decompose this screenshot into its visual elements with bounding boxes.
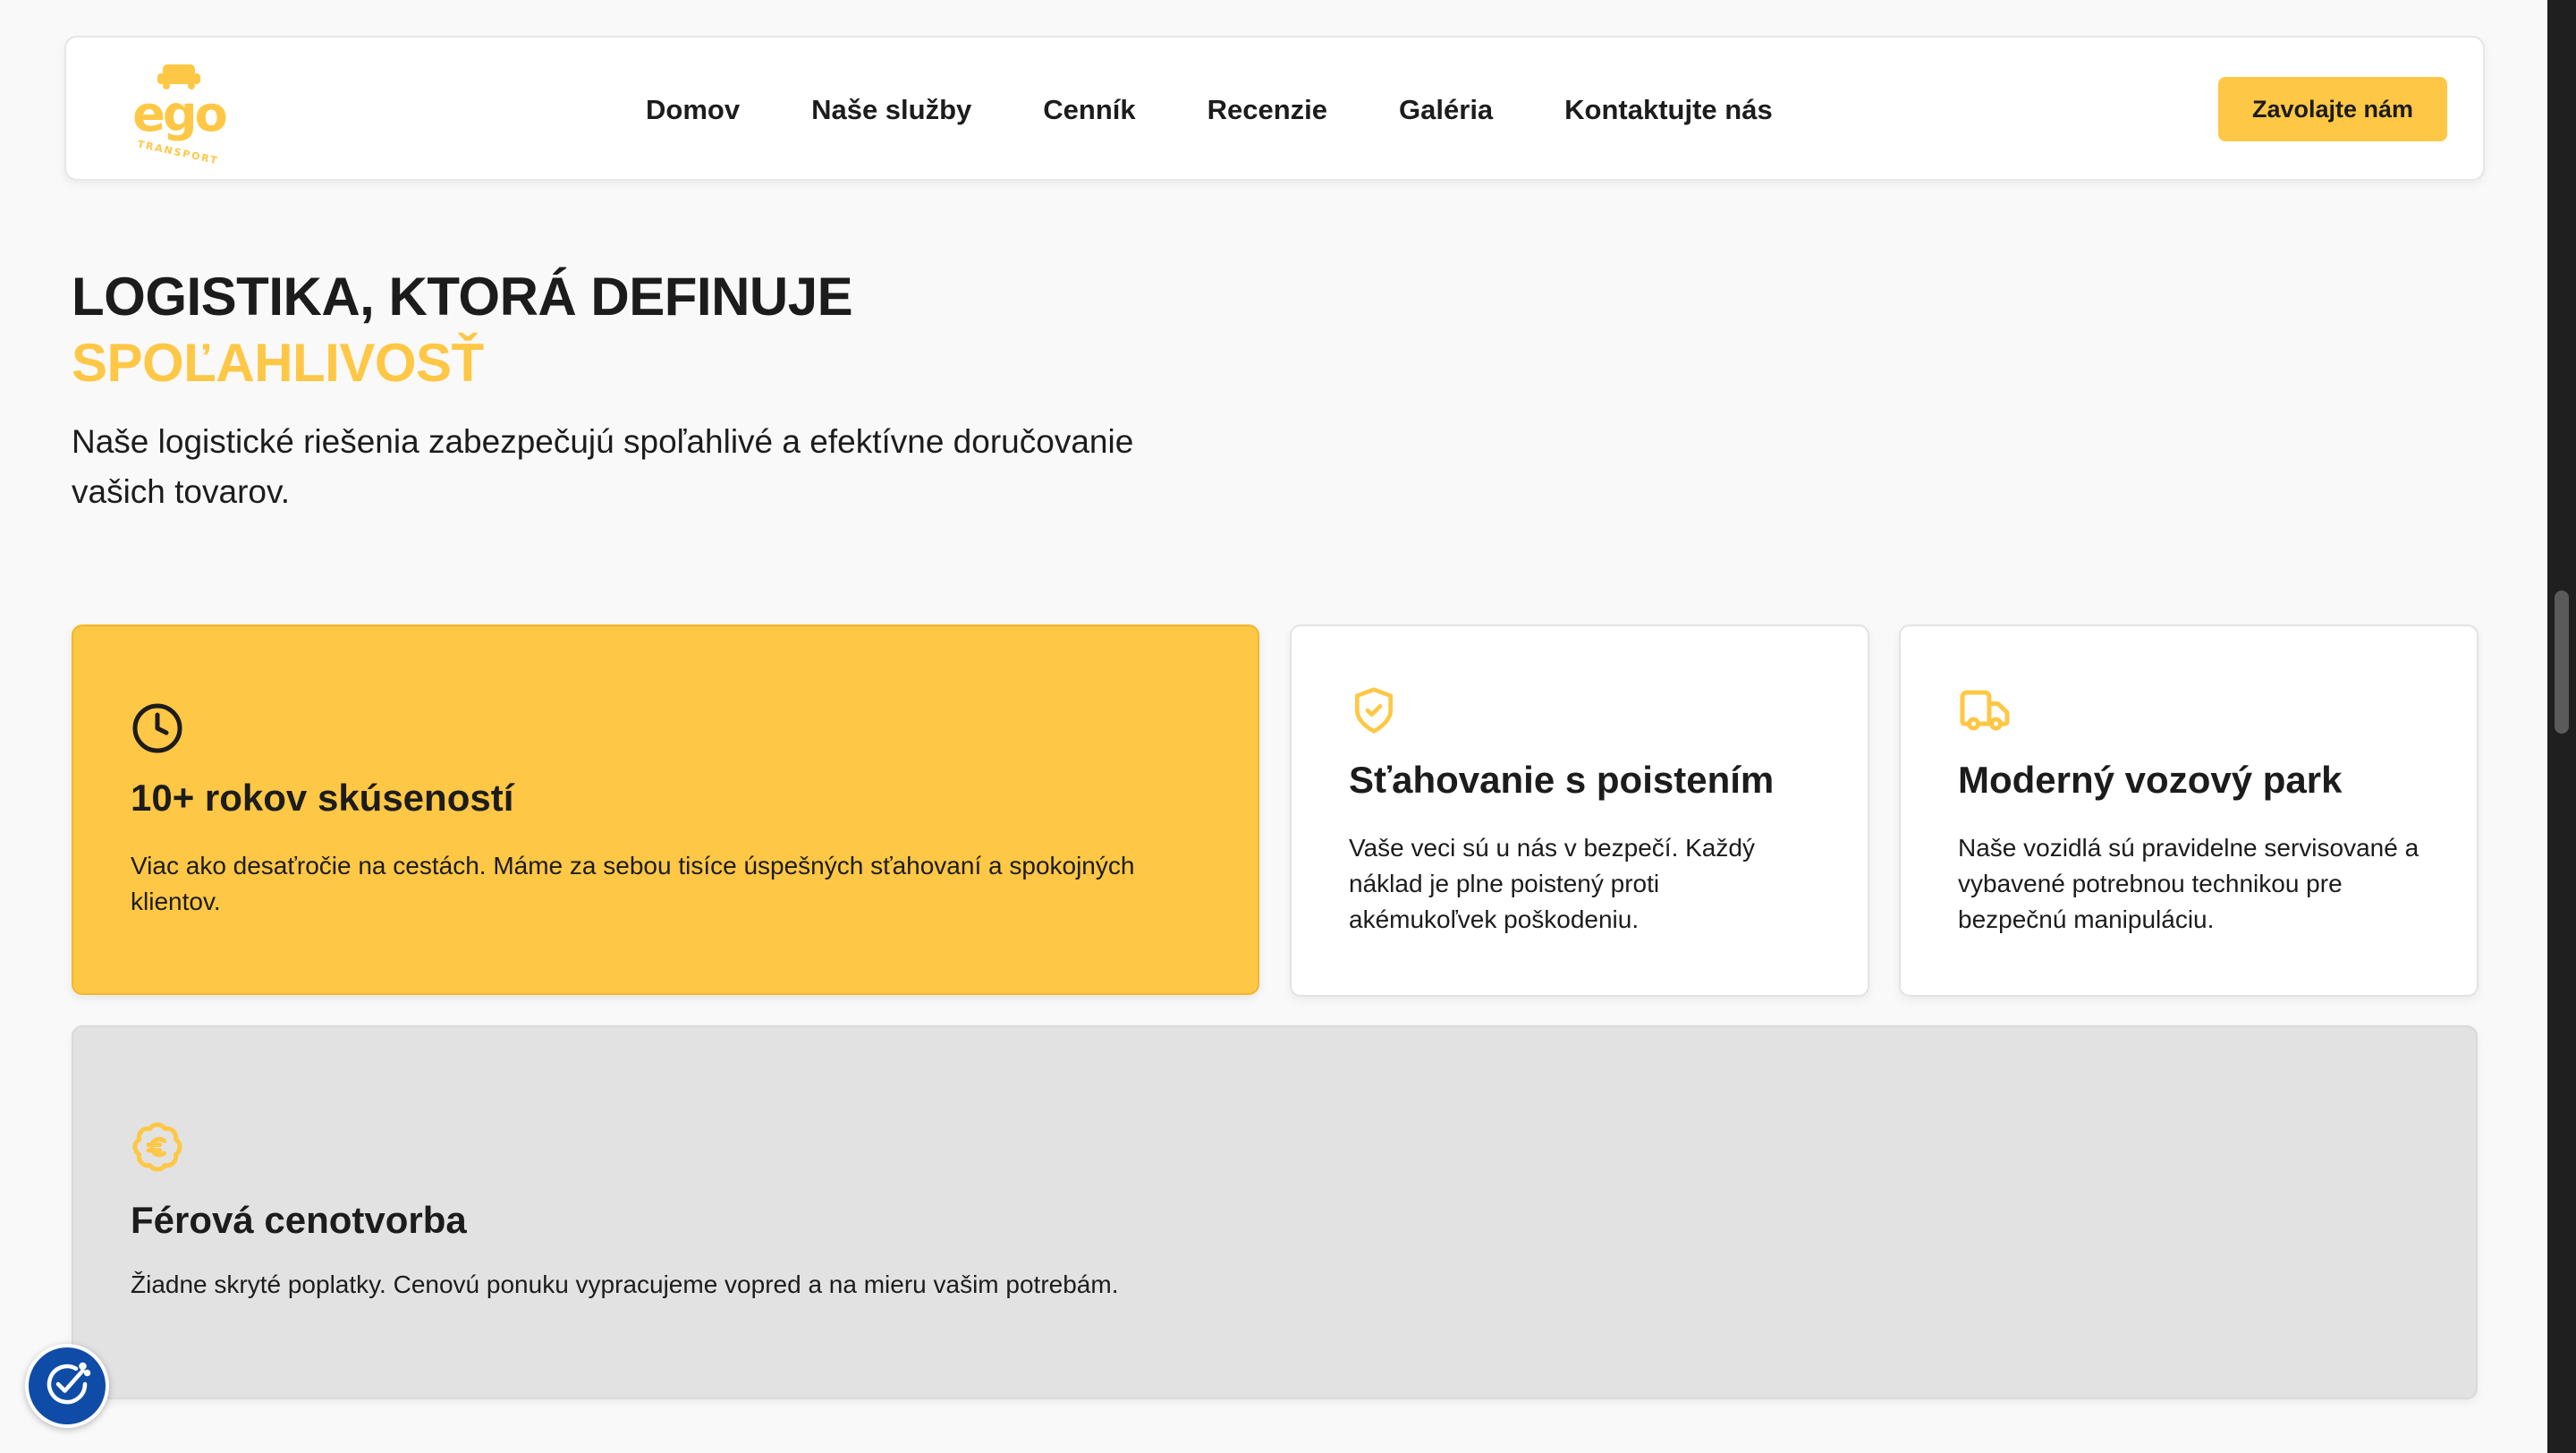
euro-badge-icon	[131, 1120, 184, 1178]
feature-text: Vaše veci sú u nás v bezpečí. Každý nákl…	[1349, 834, 1755, 933]
feature-title: Moderný vozový park	[1958, 759, 2343, 801]
hero-description: Naše logistické riešenia zabezpečujú spo…	[72, 423, 1134, 510]
page: ego TRANSPORT Domov Naše služby Cenník R…	[0, 0, 2576, 1453]
nav-item-cennik[interactable]: Cenník	[1043, 94, 1135, 126]
truck-icon	[1958, 684, 2012, 742]
hero-title-accent: SPOĽAHLIVOSŤ	[72, 333, 484, 393]
call-us-button[interactable]: Zavolajte nám	[2218, 77, 2447, 141]
feature-text: Žiadne skryté poplatky. Cenovú ponuku vy…	[131, 1270, 1119, 1298]
nav-item-recenzie[interactable]: Recenzie	[1208, 94, 1327, 126]
site-header: ego TRANSPORT Domov Naše služby Cenník R…	[64, 36, 2485, 181]
hero-title: LOGISTIKA, KTORÁ DEFINUJE	[72, 267, 853, 327]
accessibility-button[interactable]	[25, 1344, 109, 1428]
clock-icon	[131, 701, 184, 760]
svg-text:ego: ego	[132, 86, 225, 142]
feature-text: Viac ako desaťročie na cestách. Máme za …	[131, 852, 1135, 915]
feature-card-insurance: Sťahovanie s poistením Vaše veci sú u ná…	[1290, 625, 1869, 997]
main-nav: Domov Naše služby Cenník Recenzie Galéri…	[646, 38, 1773, 183]
nav-item-galeria[interactable]: Galéria	[1399, 94, 1493, 126]
feature-title: Férová cenotvorba	[131, 1199, 467, 1241]
feature-title: Sťahovanie s poistením	[1349, 759, 1775, 801]
shield-check-icon	[1349, 684, 1399, 742]
scrollbar-thumb[interactable]	[2555, 591, 2569, 734]
nav-item-nase-sluzby[interactable]: Naše služby	[811, 94, 971, 126]
ego-transport-logo[interactable]: ego TRANSPORT	[125, 59, 233, 166]
accessibility-check-icon	[40, 1357, 94, 1415]
nav-item-domov[interactable]: Domov	[646, 94, 740, 126]
nav-item-kontakt[interactable]: Kontaktujte nás	[1564, 94, 1773, 126]
feature-text: Naše vozidlá sú pravidelne servisované a…	[1958, 834, 2419, 933]
scrollbar[interactable]	[2547, 0, 2576, 1453]
feature-title: 10+ rokov skúseností	[131, 777, 514, 819]
feature-card-pricing: Férová cenotvorba Žiadne skryté poplatky…	[72, 1025, 2478, 1399]
feature-card-experience: 10+ rokov skúseností Viac ako desaťročie…	[72, 625, 1259, 995]
feature-card-fleet: Moderný vozový park Naše vozidlá sú prav…	[1899, 625, 2479, 997]
